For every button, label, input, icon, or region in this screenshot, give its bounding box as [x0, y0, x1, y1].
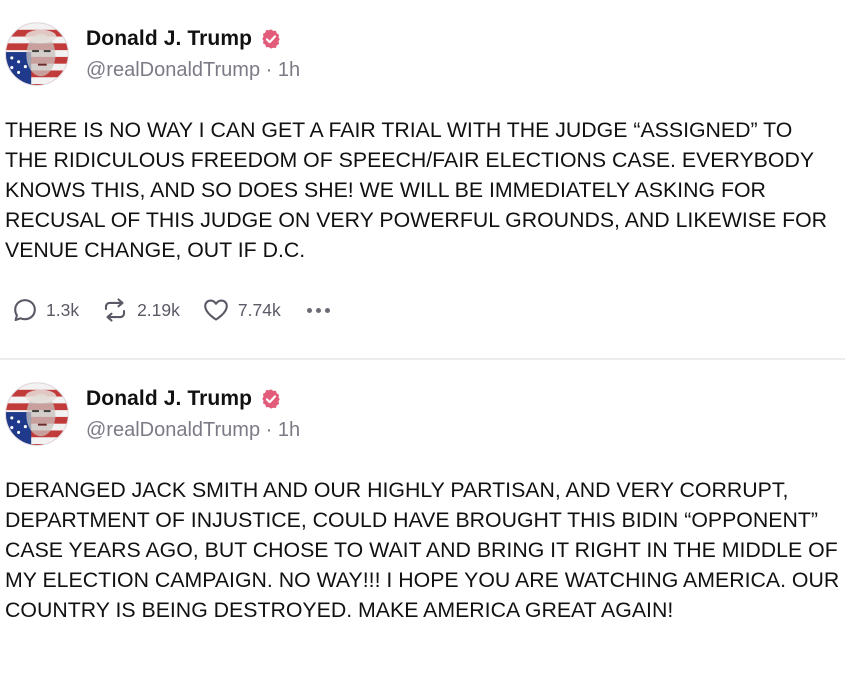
post-1[interactable]: Donald J. Trump @realDonaldTrump · 1h TH… — [0, 0, 845, 358]
post-time[interactable]: 1h — [278, 59, 300, 81]
author-meta: @realDonaldTrump · 1h — [86, 59, 300, 82]
truth-feed: Donald J. Trump @realDonaldTrump · 1h TH… — [0, 0, 845, 684]
reply-count: 1.3k — [46, 299, 80, 320]
meta-separator: · — [265, 419, 278, 441]
post-2[interactable]: Donald J. Trump @realDonaldTrump · 1h DE… — [0, 360, 845, 684]
retruth-arrows-icon — [105, 298, 126, 322]
post-actions: 1.3k 2.19k 7.74k — [12, 294, 330, 326]
author-name-row: Donald J. Trump — [86, 25, 282, 53]
like-button[interactable]: 7.74k — [202, 297, 281, 323]
post-text: DERANGED JACK SMITH AND OUR HIGHLY PARTI… — [5, 478, 840, 622]
retruth-count: 2.19k — [137, 299, 180, 320]
author-handle[interactable]: @realDonaldTrump — [86, 419, 260, 441]
author-handle[interactable]: @realDonaldTrump — [86, 59, 260, 81]
more-dots-icon — [315, 307, 321, 313]
author-meta: @realDonaldTrump · 1h — [86, 419, 300, 442]
author-avatar[interactable] — [5, 382, 69, 446]
post-time[interactable]: 1h — [278, 419, 300, 441]
verified-badge-icon — [262, 29, 280, 49]
author-name[interactable]: Donald J. Trump — [86, 27, 252, 51]
author-name[interactable]: Donald J. Trump — [86, 387, 252, 411]
like-count: 7.74k — [237, 299, 281, 320]
post-text: THERE IS NO WAY I CAN GET A FAIR TRIAL W… — [5, 118, 828, 262]
more-options-button[interactable] — [306, 307, 330, 313]
meta-separator: · — [265, 59, 278, 81]
verified-badge-icon — [262, 389, 280, 409]
author-name-row: Donald J. Trump — [86, 385, 282, 413]
reply-bubble-icon — [14, 299, 36, 322]
avatar-image — [6, 383, 68, 445]
reply-button[interactable]: 1.3k — [12, 297, 79, 323]
retruth-button[interactable]: 2.19k — [101, 297, 180, 323]
avatar-image — [6, 23, 68, 85]
heart-icon — [204, 299, 228, 321]
author-avatar[interactable] — [5, 22, 69, 86]
more-dots-icon — [306, 307, 312, 313]
more-dots-icon — [324, 307, 330, 313]
